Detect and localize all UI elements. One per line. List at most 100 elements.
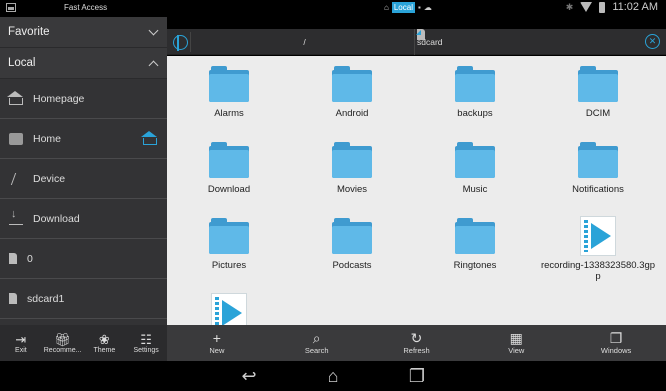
- sidebar-item-label: Home: [33, 132, 62, 145]
- exit-button[interactable]: ⇥ Exit: [0, 325, 42, 361]
- folder-item[interactable]: Music: [417, 142, 533, 195]
- video-file-icon: [580, 216, 616, 256]
- windows-button[interactable]: ❐ Windows: [566, 325, 666, 361]
- file-name: Notifications: [572, 184, 624, 195]
- file-name: Android: [335, 108, 369, 119]
- toolbar-label: Windows: [600, 346, 632, 355]
- file-item[interactable]: [171, 293, 287, 325]
- sidebar-toolbar: ⇥ Exit 🎁︎ Recomme... ❀ Theme ☷ Settings: [0, 325, 167, 361]
- theme-button[interactable]: ❀ Theme: [84, 325, 126, 361]
- sidebar-section-local[interactable]: Local: [0, 48, 167, 79]
- close-icon[interactable]: ✕: [645, 34, 660, 49]
- sidebar-item-home[interactable]: Home: [0, 119, 167, 159]
- breadcrumb-root[interactable]: /: [195, 29, 415, 55]
- sidebar-item-sdcard1[interactable]: sdcard1: [0, 279, 167, 319]
- camera-icon: [9, 132, 23, 145]
- folder-item[interactable]: Podcasts: [294, 218, 410, 271]
- sliders-icon: ☷: [140, 331, 152, 347]
- file-name: Download: [207, 184, 251, 195]
- storage-indicator: ⌂ Local ▪ ☁: [384, 2, 432, 13]
- system-status: ✱ 11:02 AM: [566, 1, 658, 13]
- refresh-button[interactable]: ↻ Refresh: [367, 325, 467, 361]
- file-item[interactable]: recording-1338323580.3gpp: [540, 216, 656, 282]
- toolbar-label: Exit: [15, 346, 27, 354]
- search-button[interactable]: ⌕ Search: [267, 325, 367, 361]
- cloud-icon: ☁: [423, 3, 432, 12]
- sidebar-item-label: Download: [33, 212, 80, 225]
- download-icon: [9, 208, 23, 225]
- network-icon[interactable]: [171, 32, 191, 52]
- sidebar-item-device[interactable]: Device: [0, 159, 167, 199]
- folder-icon: [332, 218, 372, 254]
- file-name: recording-1338323580.3gpp: [540, 260, 656, 282]
- toolbar-label: Refresh: [403, 346, 430, 355]
- gift-icon: 🎁︎: [54, 331, 71, 347]
- folder-item[interactable]: Alarms: [171, 66, 287, 119]
- wifi-icon: [580, 2, 593, 12]
- file-grid: Alarms Android backups DCIM Download Mov…: [167, 56, 666, 325]
- main-toolbar: + New ⌕ Search ↻ Refresh ▦ View ❐ Window…: [167, 325, 666, 361]
- sdcard-icon: [9, 293, 17, 304]
- folder-icon: [332, 66, 372, 102]
- recommend-button[interactable]: 🎁︎ Recomme...: [42, 325, 84, 361]
- folder-icon: [209, 142, 249, 178]
- folder-item[interactable]: Pictures: [171, 218, 287, 271]
- section-label: Local: [8, 57, 36, 69]
- settings-button[interactable]: ☷ Settings: [125, 325, 167, 361]
- toolbar-label: Settings: [133, 346, 159, 354]
- grid-icon: ▦: [509, 330, 523, 346]
- folder-item[interactable]: Movies: [294, 142, 410, 195]
- folder-icon: [578, 142, 618, 178]
- folder-icon: [578, 66, 618, 102]
- folder-item[interactable]: Notifications: [540, 142, 656, 195]
- plus-icon: +: [212, 330, 221, 346]
- section-label: Favorite: [8, 26, 50, 38]
- toolbar-label: New: [209, 346, 225, 355]
- refresh-icon: ↻: [410, 330, 423, 346]
- folder-item[interactable]: DCIM: [540, 66, 656, 119]
- windows-icon: ❐: [609, 330, 623, 346]
- folder-icon: [209, 218, 249, 254]
- video-file-icon: [211, 293, 247, 325]
- file-name: Music: [462, 184, 488, 195]
- sidebar-item-label: Device: [33, 172, 66, 185]
- file-name: Pictures: [211, 260, 247, 271]
- back-icon[interactable]: ↩: [234, 366, 264, 386]
- status-title: Fast Access: [64, 3, 108, 12]
- file-name: Movies: [336, 184, 368, 195]
- chevron-down-icon: [148, 25, 159, 35]
- folder-icon: [332, 142, 372, 178]
- house-icon: [7, 91, 23, 105]
- toolbar-label: Recomme...: [43, 346, 82, 354]
- sdcard-icon: [9, 253, 17, 264]
- search-icon: ⌕: [312, 330, 321, 346]
- breadcrumb-sdcard[interactable]: sdcard: [416, 29, 443, 47]
- view-button[interactable]: ▦ View: [466, 325, 566, 361]
- sidebar-item-label: sdcard1: [27, 292, 65, 305]
- folder-item[interactable]: backups: [417, 66, 533, 119]
- recent-apps-icon[interactable]: ❐: [402, 366, 432, 386]
- folder-item[interactable]: Download: [171, 142, 287, 195]
- file-name: Podcasts: [332, 260, 372, 271]
- sidebar: Favorite Local Homepage Home Device Down…: [0, 17, 167, 325]
- palette-icon: ❀: [98, 331, 110, 347]
- sidebar-item-homepage[interactable]: Homepage: [0, 79, 167, 119]
- battery-icon: [599, 1, 606, 13]
- storage-local-label: Local: [391, 2, 415, 13]
- folder-item[interactable]: Ringtones: [417, 218, 533, 271]
- sidebar-section-favorite[interactable]: Favorite: [0, 17, 167, 48]
- set-home-icon[interactable]: [141, 131, 157, 145]
- home-nav-icon[interactable]: ⌂: [318, 366, 348, 386]
- bluetooth-icon: ✱: [565, 1, 574, 12]
- navigation-bar: ↩ ⌂ ❐: [0, 361, 666, 391]
- clock: 11:02 AM: [612, 1, 658, 13]
- status-bar: Fast Access ⌂ Local ▪ ☁ ✱ 11:02 AM: [0, 0, 666, 17]
- sidebar-item-label: Homepage: [33, 92, 85, 105]
- folder-icon: [455, 218, 495, 254]
- home-icon: ⌂: [384, 3, 389, 12]
- sidebar-item-download[interactable]: Download: [0, 199, 167, 239]
- folder-item[interactable]: Android: [294, 66, 410, 119]
- chevron-up-icon: [148, 60, 159, 70]
- new-button[interactable]: + New: [167, 325, 267, 361]
- sidebar-item-storage-0[interactable]: 0: [0, 239, 167, 279]
